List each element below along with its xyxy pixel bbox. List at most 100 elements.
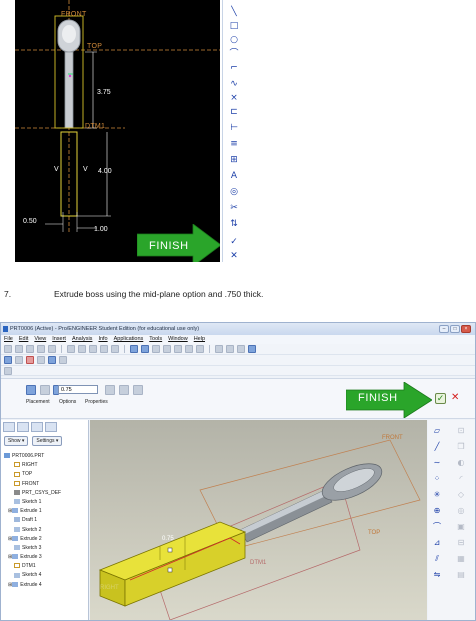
graphics-viewport[interactable]: FRONT TOP DTM1 RIGHT 0.75 <box>90 420 427 620</box>
tree-item-sketch3[interactable]: Sketch 3 <box>4 544 88 553</box>
text-icon[interactable]: A <box>226 170 242 182</box>
dimension-shaft-length[interactable]: 3.75 <box>97 89 111 96</box>
spline-icon[interactable]: ∿ <box>226 78 242 90</box>
zoom-out-icon[interactable] <box>163 345 171 353</box>
tree-item-extrude4[interactable]: ⊞ Extrude 4 <box>4 581 88 590</box>
tree-item-part[interactable]: PRT0006.PRT <box>4 452 88 461</box>
close-button[interactable]: × <box>461 325 471 333</box>
point-icon[interactable]: × <box>226 92 242 104</box>
dimension-width[interactable]: 1.00 <box>94 226 108 233</box>
shading-icon[interactable] <box>248 345 256 353</box>
menu-help[interactable]: Help <box>194 335 205 344</box>
round-tool-icon[interactable]: ⌒ <box>432 522 442 532</box>
history-tab-icon[interactable] <box>45 422 57 432</box>
rectangle-icon[interactable]: □ <box>226 20 242 32</box>
folder-browser-tab-icon[interactable] <box>17 422 29 432</box>
smart-filter-icon[interactable] <box>4 366 12 375</box>
menu-analysis[interactable]: Analysis <box>72 335 92 344</box>
menu-view[interactable]: View <box>34 335 46 344</box>
reorient-icon[interactable] <box>185 345 193 353</box>
trim-icon[interactable]: ✂ <box>226 202 242 214</box>
thicken-icon[interactable] <box>133 385 143 395</box>
menu-applications[interactable]: Applications <box>114 335 144 344</box>
csys-display-icon[interactable] <box>37 356 45 364</box>
context-help-icon[interactable] <box>59 356 67 364</box>
tree-item-dtm1[interactable]: DTM1 <box>4 562 88 571</box>
tree-item-csys[interactable]: PRT_CSYS_DEF <box>4 489 88 498</box>
analysis-tool-icon[interactable]: ⊕ <box>432 506 442 516</box>
copy-icon[interactable] <box>100 345 108 353</box>
viewport-depth-dimension[interactable]: 0.75 <box>162 536 174 542</box>
modify-icon[interactable]: ≡ <box>226 138 242 150</box>
menu-tools[interactable]: Tools <box>149 335 162 344</box>
save-icon[interactable] <box>26 345 34 353</box>
menu-insert[interactable]: Insert <box>52 335 66 344</box>
dimension-offset[interactable]: 0.50 <box>23 218 37 225</box>
tab-properties[interactable]: Properties <box>85 399 108 405</box>
settings-dropdown[interactable]: Settings ▾ <box>32 436 63 446</box>
paste-icon[interactable] <box>111 345 119 353</box>
new-icon[interactable] <box>4 345 12 353</box>
no-hidden-icon[interactable] <box>237 345 245 353</box>
draft-tool-icon[interactable]: ⫽ <box>432 554 442 564</box>
use-edge-icon[interactable]: ⊏ <box>226 106 242 118</box>
palette-icon[interactable]: ◎ <box>226 186 242 198</box>
dimension-boss-length[interactable]: 4.00 <box>98 168 112 175</box>
tree-item-sketch1[interactable]: Sketch 1 <box>4 498 88 507</box>
fillet-icon[interactable]: ⌐ <box>226 62 242 74</box>
menu-window[interactable]: Window <box>168 335 188 344</box>
zoom-in-icon[interactable] <box>152 345 160 353</box>
tree-item-sketch2[interactable]: Sketch 2 <box>4 526 88 535</box>
regenerate-icon[interactable] <box>130 345 138 353</box>
tree-item-draft1[interactable]: Draft 1 <box>4 516 88 525</box>
datum-plane-tool-icon[interactable]: ▱ <box>432 426 442 436</box>
favorites-tab-icon[interactable] <box>31 422 43 432</box>
apply-button[interactable]: ✓ <box>435 393 446 404</box>
constraints-icon[interactable]: ⊞ <box>226 154 242 166</box>
cancel-button[interactable]: ✕ <box>451 392 459 403</box>
datum-plane-display-icon[interactable] <box>4 356 12 364</box>
tree-item-front[interactable]: FRONT <box>4 480 88 489</box>
flip-direction-icon[interactable] <box>105 385 115 395</box>
tree-item-extrude2[interactable]: ⊞ Extrude 2 <box>4 535 88 544</box>
circle-icon[interactable]: ○ <box>226 34 242 46</box>
sketch-canvas[interactable]: FRONT TOP DTM1 3.75 4.00 0.50 1.00 V V F… <box>15 0 220 262</box>
redo-icon[interactable] <box>78 345 86 353</box>
datum-point-display-icon[interactable] <box>26 356 34 364</box>
print-icon[interactable] <box>37 345 45 353</box>
wireframe-icon[interactable] <box>215 345 223 353</box>
csys-tool-icon[interactable]: ✳ <box>432 490 442 500</box>
maximize-button[interactable]: □ <box>450 325 460 333</box>
minimize-button[interactable]: – <box>439 325 449 333</box>
refit-icon[interactable] <box>174 345 182 353</box>
depth-input[interactable]: 0.75 <box>58 385 98 394</box>
arc-icon[interactable]: ⌒ <box>226 48 242 60</box>
menu-edit[interactable]: Edit <box>19 335 28 344</box>
remove-material-icon[interactable] <box>119 385 129 395</box>
tree-item-top[interactable]: TOP <box>4 470 88 479</box>
tree-item-sketch4[interactable]: Sketch 4 <box>4 571 88 580</box>
dimension-icon[interactable]: ⊢ <box>226 122 242 134</box>
menu-file[interactable]: File <box>4 335 13 344</box>
cancel-icon[interactable]: ✕ <box>226 250 242 262</box>
menu-info[interactable]: Info <box>98 335 107 344</box>
saved-views-icon[interactable] <box>196 345 204 353</box>
mirror-tool-icon[interactable]: ⇋ <box>432 570 442 580</box>
tree-item-right[interactable]: RIGHT <box>4 461 88 470</box>
datum-axis-display-icon[interactable] <box>15 356 23 364</box>
mirror-icon[interactable]: ⇅ <box>226 218 242 230</box>
display-style-icon[interactable] <box>48 356 56 364</box>
solid-icon[interactable] <box>26 385 36 395</box>
datum-point-tool-icon[interactable]: ⁘ <box>432 474 442 484</box>
email-icon[interactable] <box>48 345 56 353</box>
cut-icon[interactable] <box>89 345 97 353</box>
line-icon[interactable]: ╲ <box>226 6 242 18</box>
open-icon[interactable] <box>15 345 23 353</box>
datum-curve-tool-icon[interactable]: ∼ <box>432 458 442 468</box>
undo-icon[interactable] <box>67 345 75 353</box>
show-dropdown[interactable]: Show ▾ <box>4 436 29 446</box>
accept-icon[interactable]: ✓ <box>226 236 242 248</box>
model-tree-tab-icon[interactable] <box>3 422 15 432</box>
tab-placement[interactable]: Placement <box>26 399 50 405</box>
spin-center-icon[interactable] <box>141 345 149 353</box>
